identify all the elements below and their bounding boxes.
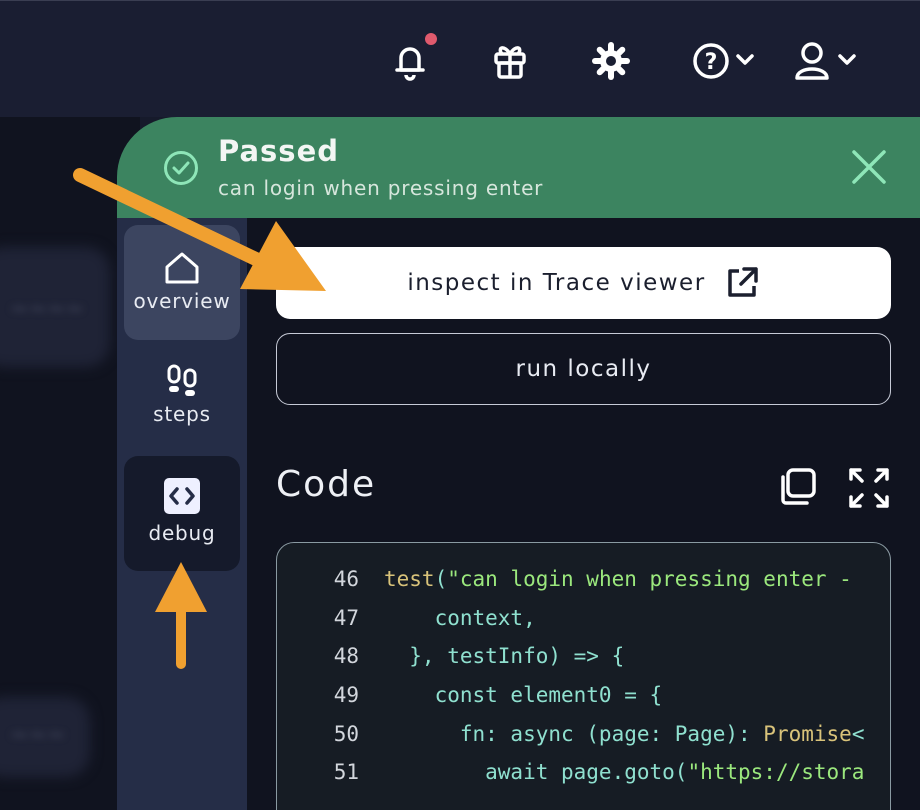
nav-label: debug (148, 521, 216, 545)
code-heading: Code (276, 464, 377, 505)
code-token: context, (384, 605, 536, 630)
line-number: 48 (333, 644, 359, 669)
code-line: 47 context, (277, 606, 864, 645)
side-nav: overview steps debug (117, 218, 247, 810)
line-number: 46 (333, 567, 359, 591)
status-title: Passed (218, 134, 339, 168)
code-line: 51 await page.goto("https://stora (277, 760, 865, 799)
line-number: 49 (333, 683, 359, 708)
gear-icon[interactable] (591, 39, 631, 83)
nav-item-debug[interactable]: debug (124, 456, 240, 571)
annotation-arrow-icon (155, 562, 207, 669)
code-viewer: 46 test("can login when pressing enter - … (276, 542, 891, 810)
run-locally-button[interactable]: run locally (276, 333, 891, 405)
code-token: "https://stora (687, 760, 865, 785)
blurred-text: ~~~~ (10, 297, 84, 322)
bell-icon[interactable] (392, 39, 428, 83)
code-token: }, testInfo) => { (384, 644, 625, 669)
help-icon[interactable]: ? (692, 39, 760, 83)
code-icon (164, 478, 200, 514)
code-token: test (384, 567, 435, 591)
code-token: "can login when pressing enter - (447, 567, 852, 591)
notification-dot (425, 33, 437, 45)
code-line: 46 test("can login when pressing enter - (277, 567, 864, 606)
run-locally-label: run locally (515, 356, 652, 382)
top-bar: ? (0, 0, 920, 117)
gift-icon[interactable] (492, 39, 528, 83)
code-token: Promise (763, 721, 852, 746)
inspect-trace-label: inspect in Trace viewer (407, 270, 706, 296)
code-line: 49 const element0 = { (277, 683, 864, 722)
footsteps-icon (167, 364, 197, 396)
expand-icon[interactable] (848, 467, 890, 509)
line-number: 51 (333, 760, 359, 785)
nav-label: steps (153, 402, 211, 426)
line-number: 47 (333, 605, 359, 630)
blurred-text: ~~~ (10, 723, 66, 748)
code-token: ( (434, 567, 448, 591)
code-line: 50 fn: async (page: Page): Promise< (277, 721, 865, 761)
close-icon[interactable] (849, 147, 889, 187)
nav-item-steps[interactable]: steps (124, 348, 240, 443)
svg-text:?: ? (705, 50, 718, 75)
inspect-trace-button[interactable]: inspect in Trace viewer (276, 247, 891, 319)
user-icon[interactable] (794, 39, 862, 83)
code-token: await page.goto( (384, 760, 688, 785)
copy-icon[interactable] (777, 467, 817, 507)
code-token: < (851, 721, 865, 746)
external-link-icon (727, 267, 758, 297)
annotation-arrow-icon (73, 168, 326, 291)
code-token: const element0 = { (384, 683, 663, 708)
code-token: fn: async (page: Page): (384, 721, 764, 746)
line-number: 50 (333, 721, 359, 746)
code-line: 48 }, testInfo) => { (277, 644, 864, 683)
